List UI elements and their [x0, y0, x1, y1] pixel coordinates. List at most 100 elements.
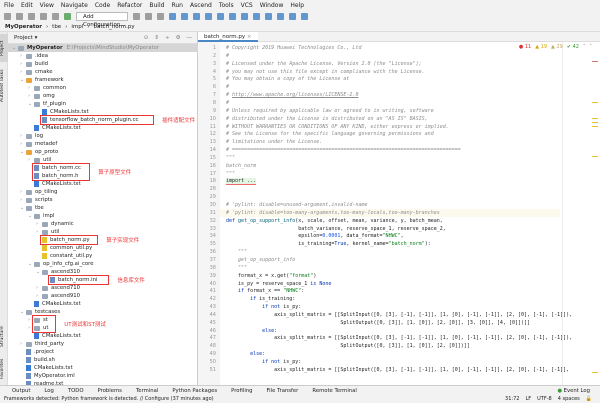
warning-stripe-mark[interactable] — [592, 126, 598, 127]
tree-item[interactable]: build.sh — [8, 356, 55, 364]
code-line[interactable]: axis_split_matrix = [[SplitInput([0, [3]… — [226, 334, 572, 342]
tree-item[interactable]: › omg — [8, 92, 55, 100]
code-line[interactable]: batch_norm — [226, 162, 256, 170]
project-tool-tab[interactable]: Project — [0, 34, 8, 62]
gear-icon[interactable]: ⚙ — [176, 35, 181, 41]
run-icon[interactable] — [133, 12, 140, 20]
code-line[interactable]: axis_split_matrix = [[SplitInput([0, [3]… — [226, 366, 569, 374]
code-line[interactable]: # — [226, 99, 229, 107]
breadcrumb-item[interactable]: tbe — [52, 24, 61, 30]
code-line[interactable]: # See the License for the specific langu… — [226, 130, 434, 138]
tree-item[interactable]: constant_util.py — [8, 252, 92, 260]
code-line[interactable]: if is_training: — [226, 295, 295, 303]
warning-stripe-mark[interactable] — [592, 156, 598, 157]
back-icon[interactable] — [40, 12, 47, 20]
tree-item[interactable]: CMakeLists.txt — [8, 124, 81, 132]
menu-window[interactable]: Window — [260, 2, 284, 9]
code-line[interactable]: axis_split_matrix = [[SplitInput([0, [3]… — [226, 311, 572, 319]
code-line[interactable]: else: — [226, 327, 277, 335]
tool-tab-log[interactable]: Log — [44, 388, 53, 394]
tree-item[interactable]: › ascend710 — [8, 284, 80, 292]
code-line[interactable]: SplitOutput([0, [3]], [1, [0]], [2, [0]]… — [226, 342, 469, 350]
build-icon[interactable] — [64, 12, 71, 20]
code-line[interactable]: """ — [226, 170, 235, 178]
tree-item[interactable]: CMakeLists.txt — [8, 300, 81, 308]
caret-position[interactable]: 31:72 — [505, 396, 519, 402]
expand-all-icon[interactable]: ÷ — [165, 35, 170, 41]
code-line[interactable]: # ======================================… — [226, 146, 461, 154]
code-line[interactable]: import ... — [226, 177, 257, 186]
code-line[interactable]: # — [226, 52, 229, 60]
tree-item[interactable]: ⌄ op_proto — [8, 148, 58, 156]
code-line[interactable]: is_training=True, kernel_name="batch_nor… — [226, 240, 431, 248]
code-line[interactable]: if not is_py: — [226, 358, 301, 366]
menu-code[interactable]: Code — [95, 2, 110, 9]
debug-icon[interactable] — [145, 12, 152, 20]
ascend-tool-icon[interactable] — [229, 12, 236, 20]
indent-setting[interactable]: 4 spaces — [558, 396, 580, 402]
code-line[interactable]: if not is_py: — [226, 303, 301, 311]
autotest-tasks-tool-tab[interactable]: Autotest Tasks — [0, 66, 8, 106]
tree-item[interactable]: › common — [8, 84, 66, 92]
ascend-tool-icon[interactable] — [277, 12, 284, 20]
tree-item[interactable]: › metadef — [8, 140, 57, 148]
code-line[interactable]: # You may obtain a copy of the License a… — [226, 75, 349, 83]
file-encoding[interactable]: UTF-8 — [537, 396, 552, 402]
tab-batch-norm-py[interactable]: batch_norm.py × — [198, 31, 258, 42]
tree-item[interactable]: CMakeLists.txt — [8, 180, 81, 188]
code-line[interactable]: else: — [226, 350, 265, 358]
tree-item[interactable]: CMakeLists.txt — [8, 364, 73, 372]
code-line[interactable]: # Licensed under the Apache License, Ver… — [226, 60, 422, 68]
menu-help[interactable]: Help — [290, 2, 304, 9]
tool-tab-todo[interactable]: TODO — [68, 388, 84, 394]
ascend-tool-icon[interactable] — [253, 12, 260, 20]
menu-navigate[interactable]: Navigate — [61, 2, 88, 9]
status-message[interactable]: Frameworks detected: Python framework is… — [4, 396, 214, 402]
tree-item[interactable]: › dynamic — [8, 220, 74, 228]
tool-tab-python-packages[interactable]: Python Packages — [172, 388, 217, 394]
code-line[interactable]: if format_x == "NHWC": — [226, 287, 304, 295]
tree-item[interactable]: › build — [8, 60, 48, 68]
warning-stripe-mark[interactable] — [592, 372, 598, 373]
minimize-icon[interactable]: — — [187, 35, 193, 41]
ascend-tool-icon[interactable] — [289, 12, 296, 20]
warning-stripe-mark[interactable] — [592, 102, 598, 103]
ascend-tool-icon[interactable] — [169, 12, 176, 20]
menu-vcs[interactable]: VCS — [241, 2, 253, 9]
code-line[interactable]: # 'pylint: disable=unused-argument,inval… — [226, 201, 367, 209]
tree-item[interactable]: ⌄ framework — [8, 76, 64, 84]
tool-tab-profiling[interactable]: Profiling — [231, 388, 252, 394]
breadcrumb-item[interactable]: batch_norm.py — [94, 24, 135, 30]
tree-item[interactable]: › .idea — [8, 52, 48, 60]
ascend-tool-icon[interactable] — [217, 12, 224, 20]
tool-tab-remote-terminal[interactable]: Remote Terminal — [312, 388, 357, 394]
code-line[interactable]: """ — [226, 154, 235, 162]
tree-item[interactable]: common_util.py — [8, 244, 92, 252]
tree-item[interactable]: MyOperator.iml — [8, 372, 75, 380]
tree-item[interactable]: › ascend910 — [8, 292, 80, 300]
code-line[interactable]: batch_variance, reserve_space_1, reserve… — [226, 225, 446, 233]
close-icon[interactable]: × — [247, 34, 252, 40]
tool-tab-file-transfer[interactable]: File Transfer — [267, 388, 299, 394]
stop-icon[interactable] — [157, 12, 164, 20]
chevron-down-icon[interactable]: ˅ — [590, 44, 593, 50]
error-stripe-mark[interactable] — [592, 61, 598, 62]
code-area[interactable]: # Copyright 2019 Huawei Technologies Co.… — [198, 42, 600, 385]
open-icon[interactable] — [4, 12, 11, 20]
ascend-tool-icon[interactable] — [265, 12, 272, 20]
event-log-button[interactable]: ● Event Log — [557, 388, 600, 394]
structure-tool-tab[interactable]: Structure — [0, 322, 8, 352]
code-line[interactable]: # Unless required by applicable law or a… — [226, 107, 434, 115]
ascend-tool-icon[interactable] — [193, 12, 200, 20]
code-line[interactable]: SplitOutput([0, [3]], [1, [0]], [2, [0]]… — [226, 319, 530, 327]
tree-item[interactable]: › cmake — [8, 68, 52, 76]
code-line[interactable]: # — [226, 83, 229, 91]
tree-item[interactable]: ⌄ impl — [8, 212, 54, 220]
warning-stripe-mark[interactable] — [592, 122, 598, 123]
tree-item[interactable]: ⌄ MyOperator E:\Projects\MindStudio\MyOper… — [8, 44, 198, 52]
locate-icon[interactable]: ⊙ — [144, 35, 149, 41]
menu-tools[interactable]: Tools — [219, 2, 234, 9]
tree-item[interactable]: › op_tiling — [8, 188, 57, 196]
code-line[interactable]: get_op_support_info — [226, 256, 295, 264]
ascend-tool-icon[interactable] — [241, 12, 248, 20]
